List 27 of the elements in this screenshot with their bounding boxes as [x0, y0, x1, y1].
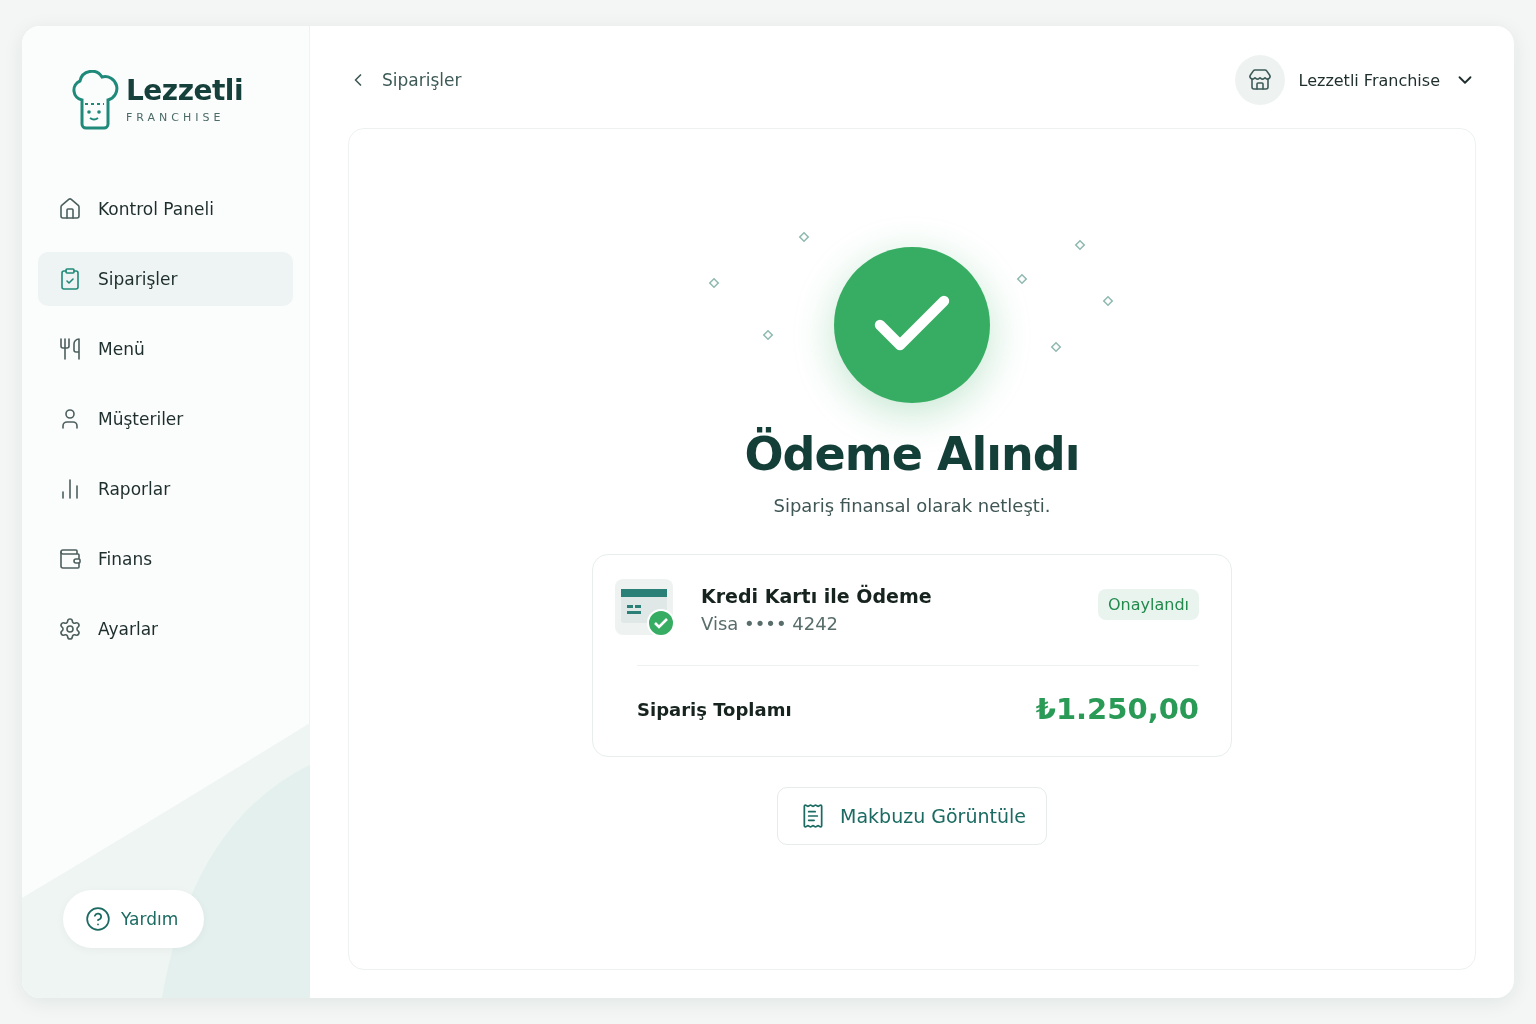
brand-name: Lezzetli [126, 76, 243, 105]
house-icon [58, 197, 82, 221]
store-icon [1247, 68, 1272, 92]
card-number: Visa •••• 4242 [701, 612, 840, 634]
sidebar-item[interactable]: Ayarlar [38, 602, 293, 656]
back-link[interactable]: Siparişler [348, 70, 462, 90]
sidebar-item[interactable]: Finans [38, 532, 293, 586]
help-icon [85, 906, 111, 932]
success-subtitle: Sipariş finansal olarak netleşti. [773, 495, 1051, 516]
clipboard-icon [58, 267, 82, 291]
sidebar-item[interactable]: Menü [38, 322, 293, 376]
account-selector[interactable]: Lezzetli Franchise [1234, 55, 1476, 105]
success-title: Ödeme Alındı [744, 427, 1080, 481]
sidebar-item[interactable]: Müşteriler [38, 392, 293, 446]
view-receipt-button[interactable]: Makbuzu Görüntüle [777, 787, 1047, 845]
sidebar-item[interactable]: Siparişler [38, 252, 293, 306]
help-button[interactable]: Yardım [63, 890, 205, 948]
settings-icon [58, 617, 82, 641]
status-badge: Onaylandı [1098, 589, 1199, 620]
utensils-icon [58, 337, 82, 361]
sidebar-item[interactable]: Kontrol Paneli [38, 182, 293, 236]
sidebar-item[interactable]: Raporlar [38, 462, 293, 516]
total-amount: ₺1.250,00 [1035, 692, 1199, 726]
total-label: Sipariş Toplamı [637, 698, 792, 720]
brand-tagline: FRANCHISE [126, 110, 226, 124]
payment-method: Kredi Kartı ile Ödeme [701, 584, 933, 607]
wallet-icon [58, 547, 82, 571]
